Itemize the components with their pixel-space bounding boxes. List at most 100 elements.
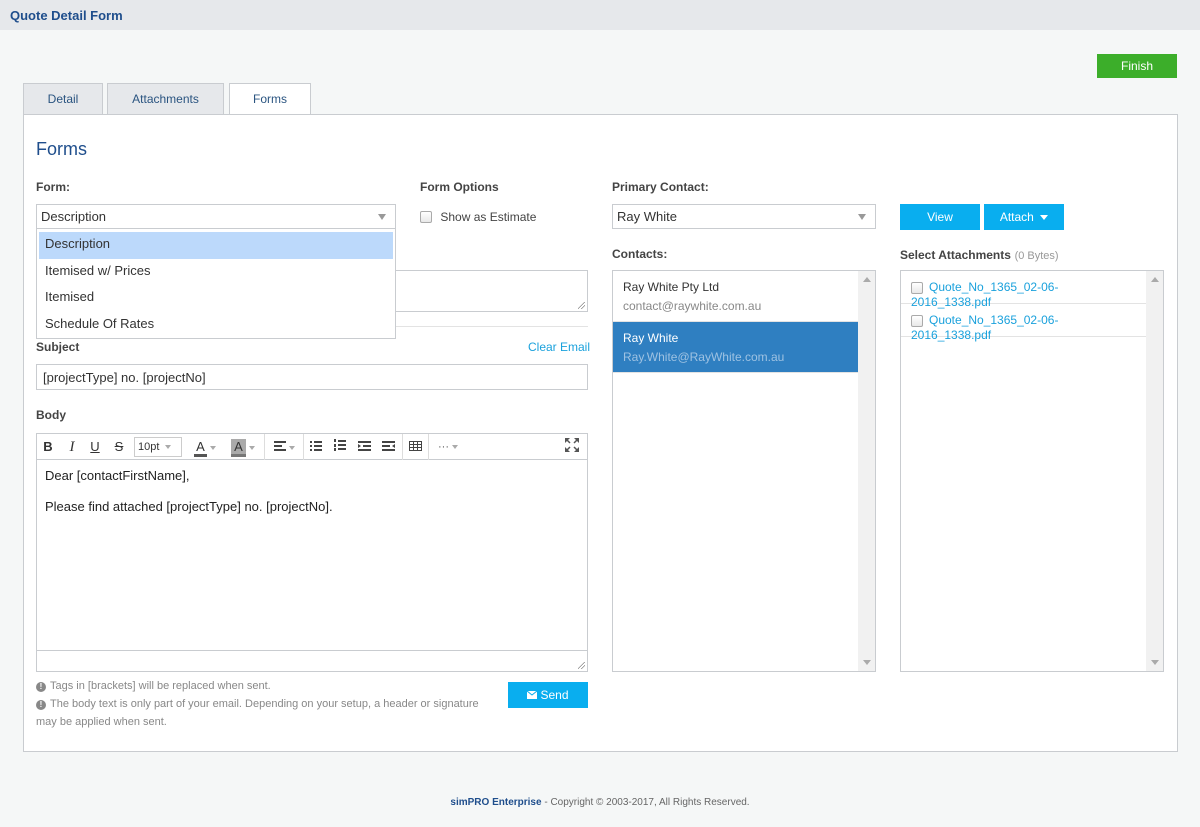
bullet-list-icon xyxy=(310,441,322,451)
indent-button[interactable] xyxy=(355,438,373,456)
contacts-list: Ray White Pty Ltd contact@raywhite.com.a… xyxy=(612,270,876,672)
contact-name: Ray White xyxy=(623,331,679,345)
contact-name: Ray White Pty Ltd xyxy=(623,280,720,294)
send-label: Send xyxy=(540,688,569,702)
numbered-list-icon xyxy=(334,439,346,451)
body-label: Body xyxy=(36,408,66,422)
show-as-estimate-checkbox[interactable] xyxy=(420,210,432,223)
form-select-value: Description xyxy=(41,209,107,224)
font-color-icon: A xyxy=(194,439,207,457)
form-select-dropdown: Description Itemised w/ Prices Itemised … xyxy=(36,228,396,339)
attachment-checkbox[interactable] xyxy=(911,314,923,327)
font-color-button[interactable]: A xyxy=(190,438,220,457)
footer-copyright: - Copyright © 2003-2017, All Rights Rese… xyxy=(541,797,750,808)
note-text: Tags in [brackets] will be replaced when… xyxy=(50,680,271,692)
primary-contact-select[interactable]: Ray White xyxy=(612,204,876,229)
toolbar-separator xyxy=(264,434,265,460)
bold-button[interactable]: B xyxy=(40,438,56,456)
contacts-scrollbar[interactable] xyxy=(858,271,875,671)
resize-handle-icon[interactable] xyxy=(578,662,585,669)
info-icon: ! xyxy=(36,682,46,692)
form-option[interactable]: Itemised w/ Prices xyxy=(39,259,393,286)
section-heading: Forms xyxy=(36,139,87,159)
subject-label: Subject xyxy=(36,340,80,354)
envelope-icon xyxy=(527,690,538,699)
contact-email: Ray.White@RayWhite.com.au xyxy=(623,350,785,364)
form-select[interactable]: Description xyxy=(36,204,396,229)
numbered-list-button[interactable] xyxy=(331,438,349,456)
footer: simPRO Enterprise - Copyright © 2003-201… xyxy=(0,797,1200,808)
attachment-checkbox[interactable] xyxy=(911,281,923,294)
background-color-button[interactable]: A xyxy=(227,438,259,457)
fullscreen-button[interactable] xyxy=(563,438,581,456)
form-options-label: Form Options xyxy=(420,180,499,194)
chevron-down-icon xyxy=(378,214,386,220)
top-bar: Quote Detail Form xyxy=(0,0,1200,30)
chevron-down-icon xyxy=(858,214,866,220)
info-icon: ! xyxy=(36,700,46,710)
indent-icon xyxy=(357,441,371,451)
finish-button[interactable]: Finish xyxy=(1097,54,1177,78)
send-button[interactable]: Send xyxy=(508,682,588,708)
background-color-icon: A xyxy=(231,439,246,457)
attach-button[interactable]: Attach xyxy=(984,204,1064,230)
show-as-estimate-option[interactable]: Show as Estimate xyxy=(420,209,536,224)
chevron-down-icon xyxy=(452,445,458,450)
chevron-down-icon xyxy=(209,445,216,450)
primary-contact-label: Primary Contact: xyxy=(612,180,709,194)
caret-down-icon xyxy=(1040,215,1049,221)
tab-detail[interactable]: Detail xyxy=(23,83,103,115)
resize-handle-icon[interactable] xyxy=(578,302,585,309)
contact-item[interactable]: Ray White Pty Ltd contact@raywhite.com.a… xyxy=(613,271,859,322)
notes: ! Tags in [brackets] will be replaced whe… xyxy=(36,677,481,731)
clear-email-link[interactable]: Clear Email xyxy=(528,340,590,354)
attachment-item: Quote_No_1365_02-06-2016_1338.pdf xyxy=(901,271,1147,309)
note-text: The body text is only part of your email… xyxy=(36,698,479,728)
forms-panel: Forms Form: Description Form Options Sho… xyxy=(23,114,1178,752)
scroll-down-icon[interactable] xyxy=(863,660,871,665)
more-icon: ··· xyxy=(438,441,449,453)
primary-contact-value: Ray White xyxy=(617,209,677,224)
form-option[interactable]: Description xyxy=(39,232,393,259)
body-line: Please find attached [projectType] no. [… xyxy=(45,499,333,514)
attachments-scrollbar[interactable] xyxy=(1146,271,1163,671)
toolbar-separator xyxy=(303,434,304,460)
note-item: ! The body text is only part of your emai… xyxy=(36,695,481,731)
body-editor[interactable]: B I U S 10pt A A ··· Dear [contactFirstN… xyxy=(36,433,588,672)
page-title: Quote Detail Form xyxy=(10,8,123,23)
underline-button[interactable]: U xyxy=(87,438,103,456)
strikethrough-button[interactable]: S xyxy=(111,438,127,456)
contact-item[interactable]: Ray White Ray.White@RayWhite.com.au xyxy=(613,322,859,373)
attachment-link[interactable]: Quote_No_1365_02-06-2016_1338.pdf xyxy=(911,313,1058,342)
tab-forms[interactable]: Forms xyxy=(229,83,311,116)
align-left-icon xyxy=(273,441,286,451)
form-option[interactable]: Schedule Of Rates xyxy=(39,312,393,339)
table-button[interactable] xyxy=(406,438,424,456)
font-size-select[interactable]: 10pt xyxy=(134,437,182,457)
italic-button[interactable]: I xyxy=(64,438,80,456)
outdent-button[interactable] xyxy=(379,438,397,456)
bullet-list-button[interactable] xyxy=(307,438,325,456)
editor-toolbar: B I U S 10pt A A ··· xyxy=(37,434,587,460)
form-option[interactable]: Itemised xyxy=(39,285,393,312)
subject-input[interactable]: [projectType] no. [projectNo] xyxy=(36,364,588,390)
attachments-list: Quote_No_1365_02-06-2016_1338.pdf Quote_… xyxy=(900,270,1164,672)
font-size-value: 10pt xyxy=(138,441,160,453)
attach-label: Attach xyxy=(999,210,1034,224)
scroll-down-icon[interactable] xyxy=(1151,660,1159,665)
contact-email: contact@raywhite.com.au xyxy=(623,299,762,313)
chevron-down-icon xyxy=(165,445,172,450)
contacts-label: Contacts: xyxy=(612,247,668,261)
editor-content[interactable]: Dear [contactFirstName], Please find att… xyxy=(37,460,587,538)
fullscreen-icon xyxy=(565,438,579,452)
scroll-up-icon[interactable] xyxy=(1151,277,1159,282)
toolbar-separator xyxy=(402,434,403,460)
more-button[interactable]: ··· xyxy=(433,438,463,456)
align-button[interactable] xyxy=(269,438,299,456)
view-button[interactable]: View xyxy=(900,204,980,230)
chevron-down-icon xyxy=(248,445,255,450)
body-line: Dear [contactFirstName], xyxy=(45,468,190,483)
scroll-up-icon[interactable] xyxy=(863,277,871,282)
chevron-down-icon xyxy=(288,445,295,450)
tab-attachments[interactable]: Attachments xyxy=(107,83,224,115)
